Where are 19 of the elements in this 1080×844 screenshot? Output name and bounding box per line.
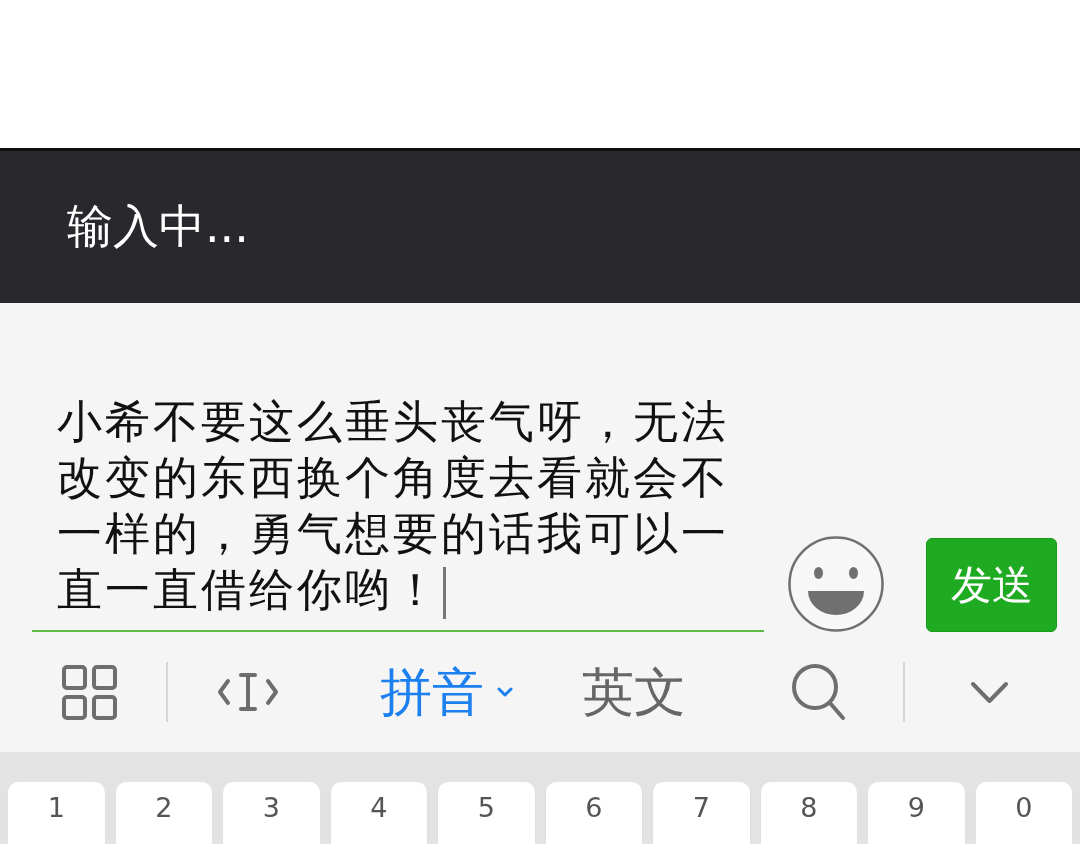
number-key[interactable]: 6 [545,782,642,844]
number-key[interactable]: 9 [868,782,965,844]
number-key[interactable]: 7 [653,782,750,844]
grid-icon[interactable] [62,664,117,720]
number-key[interactable]: 4 [330,782,427,844]
number-key[interactable]: 1 [8,782,105,844]
text-cursor-move-icon[interactable] [217,672,279,712]
number-key[interactable]: 2 [115,782,212,844]
emoji-icon[interactable] [788,536,884,632]
number-key[interactable]: 0 [975,782,1072,844]
input-mode-tab[interactable]: 英文 [582,660,686,724]
chevron-down-icon[interactable] [971,680,1008,704]
input-mode-tab[interactable]: 拼音 [380,660,513,724]
message-input[interactable]: 小希不要这么垂头丧气呀，无法改变的东西换个角度去看就会不一样的，勇气想要的话我可以一直一直借给你哟！ [32,394,764,632]
number-key[interactable]: 5 [438,782,535,844]
number-key[interactable]: 3 [223,782,320,844]
number-key[interactable]: 8 [760,782,857,844]
title-text: 输入中... [67,199,249,255]
search-icon[interactable] [791,663,846,721]
